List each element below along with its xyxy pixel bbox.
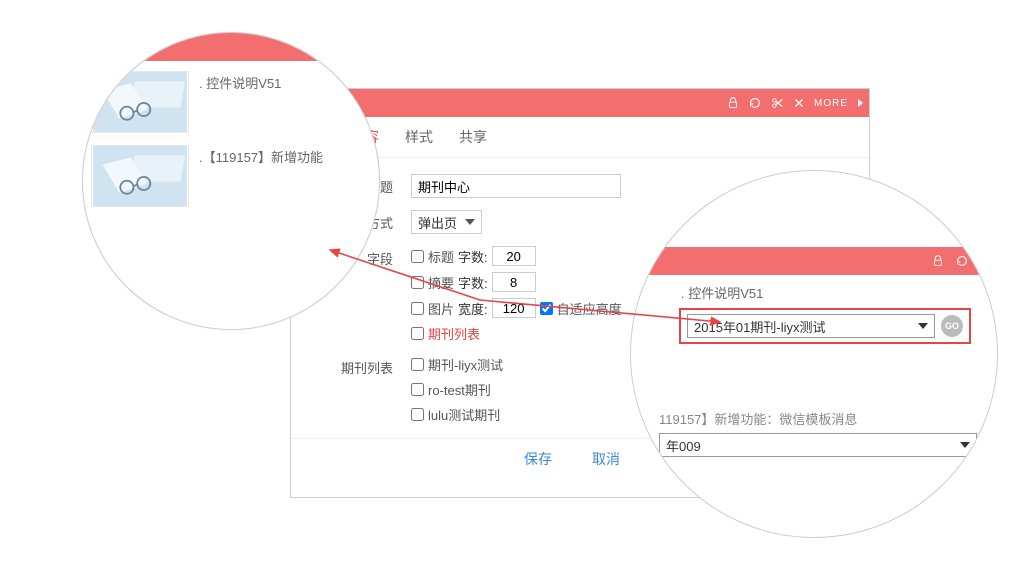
lock-icon[interactable] <box>726 96 740 110</box>
chevron-down-icon <box>960 442 970 448</box>
close-icon[interactable] <box>792 96 806 110</box>
dialog-titlebar: 刊中心 MORE <box>291 89 869 117</box>
secondary-select[interactable]: 年009 <box>659 433 977 457</box>
chk-summary[interactable]: 摘要 <box>411 273 454 292</box>
secondary-select-value: 年009 <box>666 436 701 455</box>
thumbnail-image <box>91 71 189 133</box>
save-button[interactable]: 保存 <box>524 449 552 469</box>
titlebar-icons: MORE <box>726 96 863 110</box>
chk-title[interactable]: 标题 <box>411 247 454 266</box>
tab-style[interactable]: 样式 <box>405 127 433 147</box>
mode-select[interactable]: 弹出页 <box>411 210 482 234</box>
chk-title-label: 标题 <box>428 247 454 266</box>
journal-select-value: 2015年01期刊-liyx测试 <box>694 317 826 336</box>
left-preview-body: . 控件说明V51 .【119157】新增功能 <box>83 61 379 213</box>
list-item-label: .【119157】新增功能 <box>199 145 371 207</box>
right-item-label: . 控件说明V51 <box>649 275 979 308</box>
tab-share[interactable]: 共享 <box>459 127 487 147</box>
refresh-icon[interactable] <box>955 254 969 268</box>
journal-list-label: 期刊列表 <box>291 355 411 377</box>
cancel-button[interactable]: 取消 <box>592 449 620 469</box>
summary-words-input[interactable] <box>492 272 536 292</box>
mode-select-value: 弹出页 <box>418 213 457 232</box>
scissors-icon[interactable] <box>770 96 784 110</box>
chk-journal-list[interactable]: 期刊列表 <box>411 324 480 343</box>
right-preview-circle: . 控件说明V51 2015年01期刊-liyx测试 GO 119157】新增功… <box>630 170 998 538</box>
chk-journal-list-label: 期刊列表 <box>428 324 480 343</box>
left-preview-header: 期刊中心 <box>83 33 379 61</box>
journal-opt-label: 期刊-liyx测试 <box>428 355 503 374</box>
go-button[interactable]: GO <box>941 315 963 337</box>
lock-icon[interactable] <box>931 254 945 268</box>
dialog-tabs: 容 样式 共享 <box>291 117 869 158</box>
right-item-label-2: 119157】新增功能：微信模板消息 <box>659 409 967 428</box>
words-label: 字数: <box>458 273 488 292</box>
chk-summary-label: 摘要 <box>428 273 454 292</box>
chk-auto-height-label: 自适应高度 <box>557 299 622 318</box>
journal-opt-label: ro-test期刊 <box>428 380 491 399</box>
chk-image[interactable]: 图片 <box>411 299 454 318</box>
chk-journal-opt-0[interactable]: 期刊-liyx测试 <box>411 355 503 374</box>
chevron-down-icon <box>918 323 928 329</box>
words-label: 字数: <box>458 247 488 266</box>
image-width-input[interactable] <box>492 298 536 318</box>
right-preview-header <box>631 247 997 275</box>
title-input[interactable] <box>411 174 621 198</box>
width-label: 宽度: <box>458 299 488 318</box>
more-caret-icon <box>858 99 863 107</box>
list-item[interactable]: .【119157】新增功能 <box>91 139 371 213</box>
list-item-label: . 控件说明V51 <box>199 71 371 133</box>
chevron-down-icon <box>465 219 475 225</box>
chk-auto-height[interactable]: 自适应高度 <box>540 299 622 318</box>
title-words-input[interactable] <box>492 246 536 266</box>
chk-journal-opt-2[interactable]: lulu测试期刊 <box>411 405 500 424</box>
more-button[interactable]: MORE <box>814 98 848 109</box>
left-preview-circle: 期刊中心 . 控件说明V51 .【119157】新增功能 <box>82 32 380 330</box>
journal-select[interactable]: 2015年01期刊-liyx测试 <box>687 314 935 338</box>
chk-image-label: 图片 <box>428 299 454 318</box>
list-item[interactable]: . 控件说明V51 <box>91 65 371 139</box>
refresh-icon[interactable] <box>748 96 762 110</box>
chk-journal-opt-1[interactable]: ro-test期刊 <box>411 380 491 399</box>
journal-opt-label: lulu测试期刊 <box>428 405 500 424</box>
thumbnail-image <box>91 145 189 207</box>
highlighted-select-row: 2015年01期刊-liyx测试 GO <box>679 308 971 344</box>
